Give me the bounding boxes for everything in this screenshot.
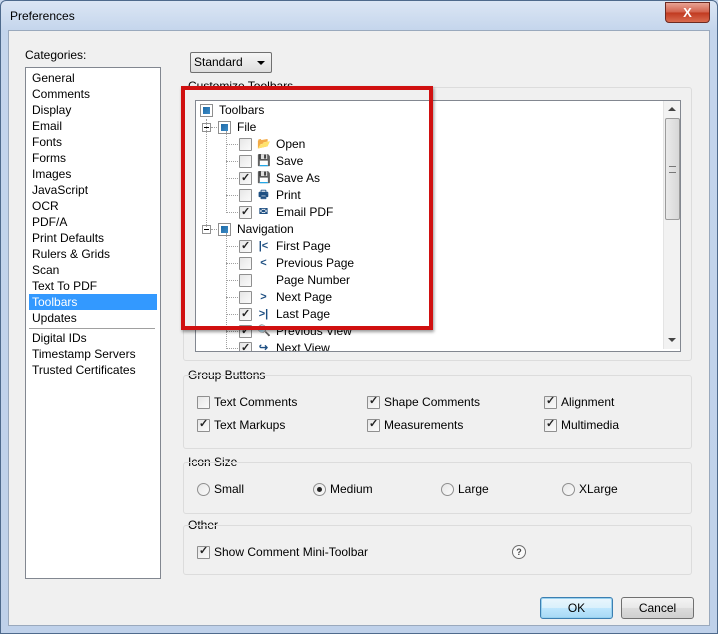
category-item[interactable]: Forms bbox=[29, 150, 157, 166]
category-item[interactable]: Toolbars bbox=[29, 294, 157, 310]
category-item[interactable]: Display bbox=[29, 102, 157, 118]
category-item[interactable]: Rulers & Grids bbox=[29, 246, 157, 262]
show-mini-toolbar-checkbox[interactable] bbox=[197, 544, 210, 559]
icon-size-radio[interactable] bbox=[562, 483, 575, 496]
category-divider bbox=[29, 328, 155, 329]
category-item[interactable]: Print Defaults bbox=[29, 230, 157, 246]
group-button-label: Measurements bbox=[384, 418, 464, 432]
group-buttons-group bbox=[183, 375, 692, 449]
title-bar[interactable]: Preferences X bbox=[1, 1, 717, 31]
icon-size-radio[interactable] bbox=[313, 483, 326, 496]
categories-list[interactable]: General Comments Display Email Fonts Forms Ima… bbox=[25, 67, 161, 579]
icon-size-radio[interactable] bbox=[197, 483, 210, 496]
group-button-label: Text Markups bbox=[214, 418, 286, 432]
tree-item-checkbox[interactable] bbox=[239, 340, 252, 351]
mode-select[interactable]: Standard bbox=[190, 52, 272, 73]
show-mini-toolbar-label: Show Comment Mini-Toolbar bbox=[214, 545, 369, 559]
categories-label: Categories: bbox=[25, 48, 87, 62]
category-item[interactable]: Trusted Certificates bbox=[29, 362, 157, 378]
icon-size-label: Small bbox=[214, 482, 245, 496]
group-button-checkbox[interactable] bbox=[367, 394, 380, 409]
group-button-checkbox[interactable] bbox=[544, 417, 557, 432]
category-item[interactable]: Updates bbox=[29, 310, 157, 326]
scroll-thumb[interactable] bbox=[665, 118, 680, 220]
tree-item-label: Next View bbox=[276, 341, 330, 352]
scroll-down-icon[interactable] bbox=[668, 338, 676, 342]
group-button-label: Alignment bbox=[561, 395, 615, 409]
category-item[interactable]: PDF/A bbox=[29, 214, 157, 230]
tree-item[interactable]: ↪ Next View bbox=[200, 340, 500, 352]
category-item[interactable]: Email bbox=[29, 118, 157, 134]
cancel-button[interactable]: Cancel bbox=[621, 597, 694, 619]
tree-line bbox=[226, 331, 238, 332]
grip-icon bbox=[669, 166, 676, 173]
category-item[interactable]: Fonts bbox=[29, 134, 157, 150]
group-button-checkbox[interactable] bbox=[367, 417, 380, 432]
group-button-checkbox[interactable] bbox=[197, 396, 210, 409]
category-item[interactable]: Scan bbox=[29, 262, 157, 278]
group-button-label: Multimedia bbox=[561, 418, 620, 432]
category-item[interactable]: Text To PDF bbox=[29, 278, 157, 294]
icon-size-label: Medium bbox=[330, 482, 373, 496]
category-item[interactable]: JavaScript bbox=[29, 182, 157, 198]
icon-size-radio[interactable] bbox=[441, 483, 454, 496]
category-item[interactable]: Images bbox=[29, 166, 157, 182]
group-button-label: Text Comments bbox=[214, 395, 298, 409]
close-button[interactable]: X bbox=[665, 2, 710, 23]
icon-size-label: Large bbox=[458, 482, 489, 496]
category-item[interactable]: OCR bbox=[29, 198, 157, 214]
mode-select-value: Standard bbox=[194, 55, 243, 69]
tree-scrollbar[interactable] bbox=[663, 101, 680, 349]
scroll-up-icon[interactable] bbox=[668, 107, 676, 111]
next-view-icon: ↪ bbox=[258, 342, 269, 352]
chevron-down-icon bbox=[257, 61, 265, 65]
ok-button[interactable]: OK bbox=[540, 597, 613, 619]
help-icon[interactable]: ? bbox=[512, 545, 526, 559]
group-button-checkbox[interactable] bbox=[544, 394, 557, 409]
highlight-box bbox=[181, 86, 433, 330]
category-item[interactable]: General bbox=[29, 70, 157, 86]
category-item[interactable]: Comments bbox=[29, 86, 157, 102]
group-button-label: Shape Comments bbox=[384, 395, 481, 409]
window-title: Preferences bbox=[10, 9, 75, 23]
category-item[interactable]: Digital IDs bbox=[29, 330, 157, 346]
category-item[interactable]: Timestamp Servers bbox=[29, 346, 157, 362]
tree-line bbox=[226, 348, 238, 349]
icon-size-label: XLarge bbox=[579, 482, 618, 496]
group-button-checkbox[interactable] bbox=[197, 417, 210, 432]
